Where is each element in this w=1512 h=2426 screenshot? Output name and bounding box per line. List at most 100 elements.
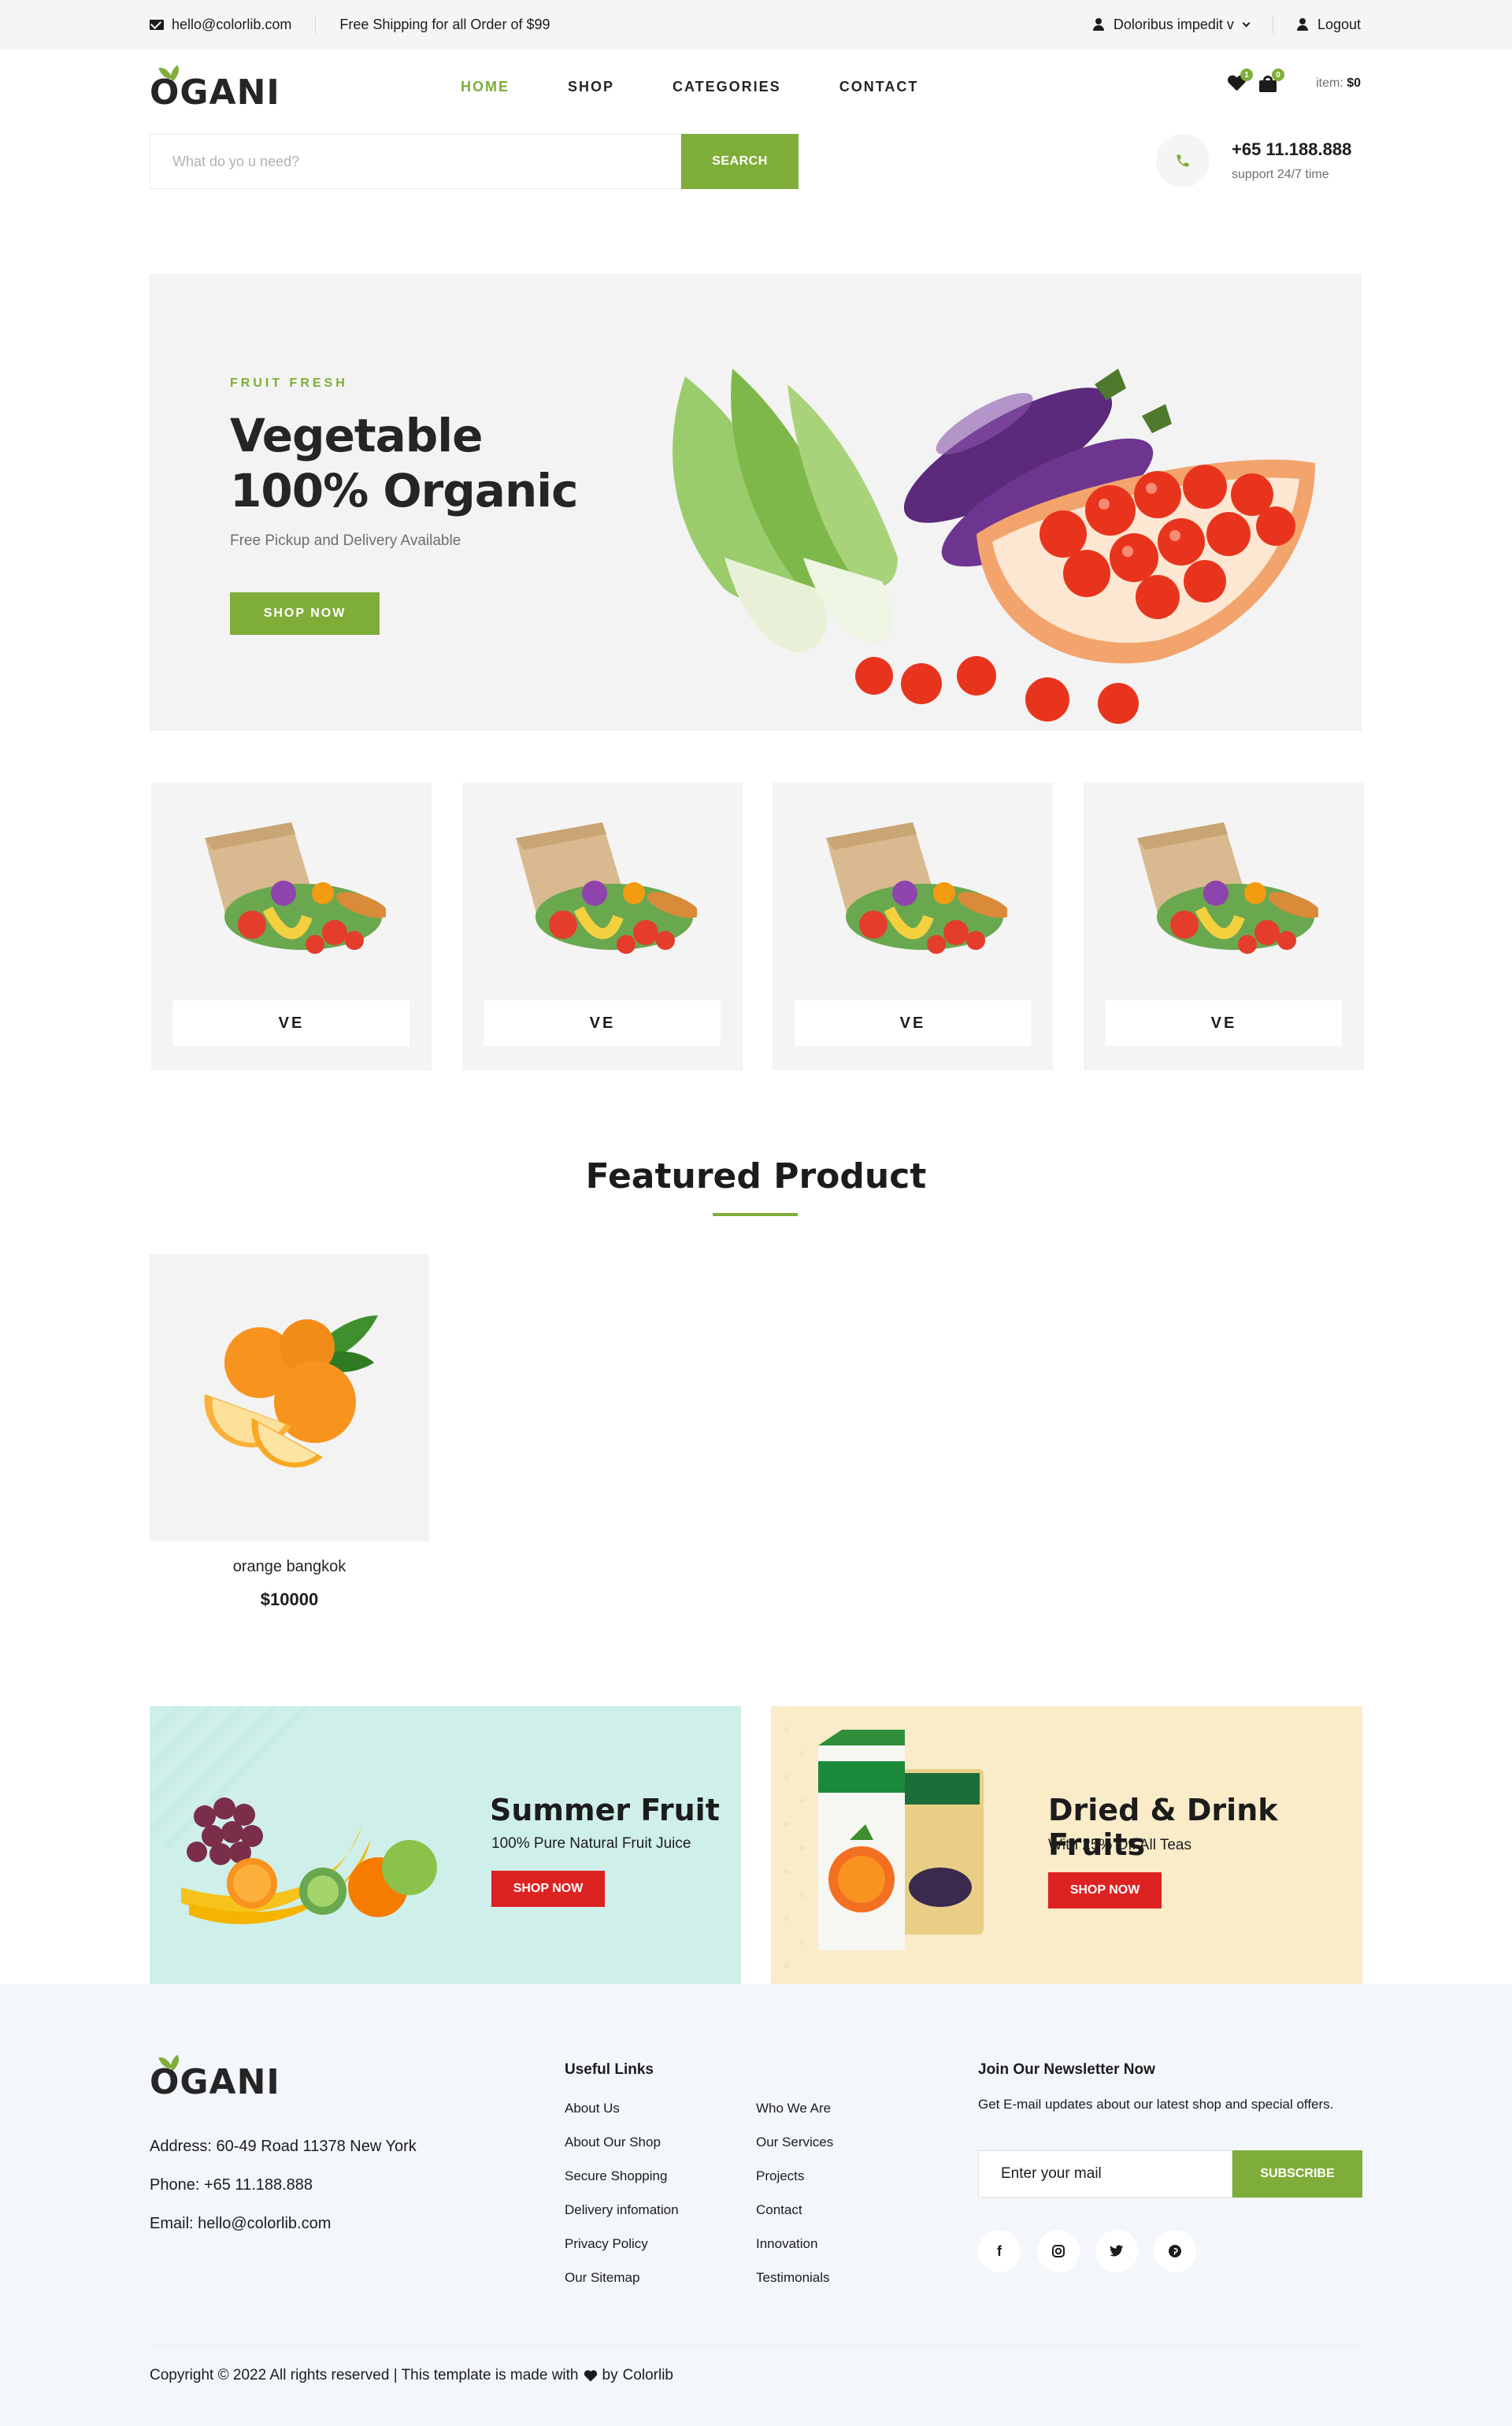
grocery-bag-image bbox=[826, 822, 1007, 954]
category-card[interactable]: VE bbox=[773, 783, 1053, 1070]
footer-link[interactable]: About Us bbox=[565, 2101, 620, 2116]
hero-banner: FRUIT FRESH Vegetable 100% Organic Free … bbox=[150, 274, 1362, 731]
chevron-down-icon bbox=[1242, 19, 1251, 27]
copyright-main: Copyright © 2022 All rights reserved | T… bbox=[150, 2367, 579, 2383]
cart-count-badge: 0 bbox=[1272, 69, 1285, 81]
footer-link[interactable]: Testimonials bbox=[756, 2270, 830, 2286]
topbar-shipping: Free Shipping for all Order of $99 bbox=[339, 16, 550, 32]
nav-home[interactable]: HOME bbox=[461, 79, 510, 95]
orange-fruit-image bbox=[204, 1315, 378, 1468]
hero-title: Vegetable 100% Organic bbox=[230, 408, 578, 518]
user-name: Doloribus impedit v bbox=[1113, 16, 1234, 32]
newsletter-form: SUBSCRIBE bbox=[978, 2150, 1362, 2198]
pinterest-icon[interactable] bbox=[1154, 2230, 1196, 2272]
footer-phone: Phone: +65 11.188.888 bbox=[150, 2176, 313, 2194]
banner-subtitle: With 25% Off All Teas bbox=[1048, 1837, 1191, 1853]
banner-title: Summer Fruit bbox=[490, 1793, 720, 1827]
juice-packages-image bbox=[784, 1727, 984, 1968]
cart-total: item: $0 bbox=[1316, 76, 1361, 91]
footer-links-title: Useful Links bbox=[565, 2061, 654, 2078]
instagram-icon[interactable] bbox=[1037, 2230, 1080, 2272]
footer-link[interactable]: Our Sitemap bbox=[565, 2270, 639, 2286]
hero-description: Free Pickup and Delivery Available bbox=[230, 532, 461, 549]
newsletter-text: Get E-mail updates about our latest shop… bbox=[978, 2097, 1334, 2112]
product-image[interactable] bbox=[150, 1254, 429, 1541]
banner-subtitle: 100% Pure Natural Fruit Juice bbox=[491, 1835, 691, 1852]
featured-title: Featured Product bbox=[585, 1156, 927, 1196]
wishlist-count-badge: 1 bbox=[1240, 69, 1254, 81]
search-input[interactable] bbox=[150, 134, 681, 189]
search-form: SEARCH bbox=[150, 134, 799, 189]
footer-link[interactable]: Contact bbox=[756, 2202, 802, 2218]
shopping-bag-icon[interactable]: 0 bbox=[1259, 69, 1285, 92]
footer-logo[interactable]: OGANI bbox=[150, 2054, 280, 2102]
wishlist-heart-icon[interactable]: 1 bbox=[1228, 69, 1254, 91]
category-label: VE bbox=[173, 1000, 410, 1046]
cart-total-label: item: bbox=[1316, 76, 1343, 90]
main-nav: HOME SHOP CATEGORIES CONTACT bbox=[461, 79, 918, 95]
footer-link[interactable]: About Our Shop bbox=[565, 2135, 661, 2150]
newsletter-title: Join Our Newsletter Now bbox=[978, 2061, 1155, 2078]
subscribe-button[interactable]: SUBSCRIBE bbox=[1232, 2150, 1362, 2198]
facebook-icon[interactable]: f bbox=[978, 2230, 1021, 2272]
footer-link[interactable]: Our Services bbox=[756, 2135, 833, 2150]
newsletter-email-input[interactable] bbox=[978, 2150, 1232, 2198]
twitter-icon[interactable] bbox=[1095, 2230, 1138, 2272]
category-label: VE bbox=[795, 1000, 1031, 1046]
nav-contact[interactable]: CONTACT bbox=[839, 79, 919, 95]
footer-email: Email: hello@colorlib.com bbox=[150, 2215, 332, 2232]
promo-banner-dried[interactable]: Dried & Drink Fruits With 25% Off All Te… bbox=[771, 1706, 1362, 1984]
topbar-email-text: hello@colorlib.com bbox=[172, 16, 292, 32]
header-cart: 1 0 item: $0 bbox=[1228, 69, 1361, 92]
hero-tag: FRUIT FRESH bbox=[230, 377, 348, 390]
topbar-divider bbox=[315, 15, 317, 34]
nav-categories[interactable]: CATEGORIES bbox=[673, 79, 781, 95]
category-label: VE bbox=[484, 1000, 721, 1046]
copyright-by: by bbox=[602, 2367, 618, 2383]
search-button[interactable]: SEARCH bbox=[681, 134, 799, 189]
banner-shop-now-button[interactable]: SHOP NOW bbox=[491, 1871, 605, 1907]
user-menu[interactable]: Doloribus impedit v bbox=[1092, 16, 1251, 33]
support-text: support 24/7 time bbox=[1232, 168, 1329, 181]
hero-vegetables-image bbox=[673, 369, 1315, 724]
category-label: VE bbox=[1106, 1000, 1342, 1046]
logout-label: Logout bbox=[1317, 16, 1361, 32]
cart-total-value: $0 bbox=[1347, 76, 1361, 90]
logo-text: OGANI bbox=[150, 72, 280, 113]
product-name[interactable]: orange bangkok bbox=[150, 1558, 429, 1576]
grocery-bag-image bbox=[516, 822, 697, 954]
phone-icon bbox=[1177, 154, 1189, 167]
logout-link[interactable]: Logout bbox=[1296, 16, 1361, 33]
category-card[interactable]: VE bbox=[462, 783, 743, 1070]
topbar-email[interactable]: hello@colorlib.com bbox=[150, 17, 291, 33]
hero-title-line2: 100% Organic bbox=[230, 464, 578, 517]
featured-underline bbox=[713, 1213, 798, 1216]
user-icon bbox=[1296, 18, 1308, 31]
heart-icon bbox=[584, 2370, 597, 2382]
phone-number: +65 11.188.888 bbox=[1232, 139, 1352, 159]
grocery-bag-image bbox=[1137, 822, 1318, 954]
hero-title-line1: Vegetable bbox=[230, 409, 484, 462]
banner-shop-now-button[interactable]: SHOP NOW bbox=[1048, 1872, 1162, 1909]
footer-link[interactable]: Innovation bbox=[756, 2236, 817, 2252]
envelope-icon bbox=[150, 19, 164, 30]
promo-banner-summer[interactable]: Summer Fruit 100% Pure Natural Fruit Jui… bbox=[150, 1706, 741, 1984]
footer-link[interactable]: Delivery infomation bbox=[565, 2202, 679, 2218]
product-price: $10000 bbox=[260, 1590, 319, 1609]
phone-contact: +65 11.188.888 support 24/7 time bbox=[1156, 134, 1351, 187]
logo-text: OGANI bbox=[150, 2062, 280, 2102]
footer-link[interactable]: Privacy Policy bbox=[565, 2236, 648, 2252]
hero-shop-now-button[interactable]: SHOP NOW bbox=[230, 592, 380, 635]
footer-link[interactable]: Who We Are bbox=[756, 2101, 831, 2116]
colorlib-link[interactable]: Colorlib bbox=[623, 2367, 673, 2384]
category-card[interactable]: VE bbox=[1084, 783, 1364, 1070]
footer-link[interactable]: Secure Shopping bbox=[565, 2168, 667, 2184]
category-card[interactable]: VE bbox=[151, 783, 432, 1070]
copyright-text: Copyright © 2022 All rights reserved | T… bbox=[150, 2367, 673, 2384]
site-logo[interactable]: OGANI bbox=[150, 65, 280, 113]
nav-shop[interactable]: SHOP bbox=[568, 79, 614, 95]
user-icon bbox=[1092, 18, 1104, 31]
phone-icon-circle bbox=[1156, 134, 1210, 187]
footer-link[interactable]: Projects bbox=[756, 2168, 804, 2184]
summer-fruits-image bbox=[150, 1706, 437, 1924]
